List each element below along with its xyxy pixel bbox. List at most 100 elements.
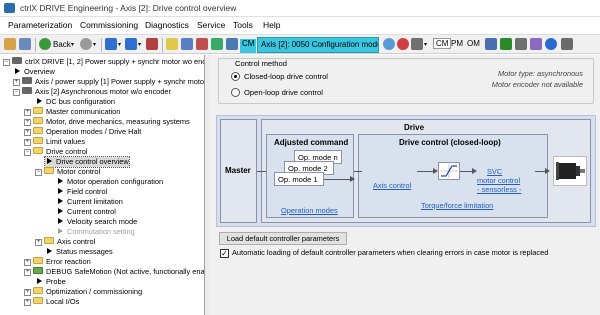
star-icon[interactable] (166, 38, 178, 50)
tree-view-icon[interactable] (19, 38, 31, 50)
sensorless-link[interactable]: - sensorless - (477, 185, 521, 194)
collapse-icon[interactable]: − (13, 89, 20, 96)
tree-item-velocity-search-mode[interactable]: Velocity search mode (56, 217, 137, 227)
menu-parameterization[interactable]: Parameterization (8, 20, 72, 30)
tree-item-drive-control-overview[interactable]: Drive control overview (44, 156, 130, 168)
home-icon[interactable] (4, 38, 16, 50)
load-default-controller-parameters-button[interactable]: Load default controller parameters (219, 232, 347, 245)
print-icon[interactable] (500, 38, 512, 50)
tree-item-master-communication[interactable]: + Master communication (24, 107, 120, 117)
encoder-info: Motor encoder not available (491, 80, 583, 89)
mode-cm[interactable]: CM (433, 38, 452, 49)
tree-item-optimization[interactable]: + Optimization / commissioning (24, 287, 142, 297)
drive-control-title: Drive control (closed-loop) (399, 138, 501, 147)
expand-icon[interactable]: + (24, 259, 31, 266)
torque-force-limitation-link[interactable]: Torque/force limitation (421, 201, 493, 210)
svc-link[interactable]: SVC (487, 167, 502, 176)
wrench-icon[interactable] (515, 38, 527, 50)
error-icon[interactable] (397, 38, 409, 50)
tree-item-debug-safemotion[interactable]: + DEBUG SafeMotion (Not active, functiona… (24, 267, 204, 277)
expand-icon[interactable]: + (24, 299, 31, 306)
expand-icon[interactable]: + (13, 79, 20, 86)
tree-item-drive-root[interactable]: − ctrlX DRIVE [1, 2] Power supply + synch… (3, 57, 204, 67)
expand-icon[interactable]: + (24, 289, 31, 296)
tree-item-drive-control[interactable]: − Drive control (24, 147, 87, 157)
open-loop-label[interactable]: Open-loop drive control (244, 88, 323, 97)
mode-om[interactable]: OM (467, 39, 480, 48)
settings-icon[interactable] (383, 38, 395, 50)
expand-icon[interactable]: + (24, 129, 31, 136)
tree-item-overview[interactable]: Overview (13, 67, 55, 77)
back-arrow-icon[interactable] (39, 38, 51, 50)
monitor-icon[interactable] (226, 38, 238, 50)
tree-item-motor-operation-configuration[interactable]: Motor operation configuration (56, 177, 163, 187)
tree-item-status-messages[interactable]: Status messages (45, 247, 113, 257)
closed-loop-label[interactable]: Closed-loop drive control (244, 72, 328, 81)
help-icon[interactable] (545, 38, 557, 50)
list-icon[interactable] (181, 38, 193, 50)
tree-item-error-reaction[interactable]: + Error reaction (24, 257, 91, 267)
expand-icon[interactable]: + (24, 269, 31, 276)
network-icon[interactable] (485, 38, 497, 50)
stop-icon[interactable] (146, 38, 158, 50)
expand-icon[interactable]: + (35, 239, 42, 246)
nav-right-dropdown-icon[interactable]: ▾ (138, 41, 141, 55)
back-button[interactable]: Back (53, 40, 71, 54)
back-dropdown-icon[interactable]: ▾ (71, 41, 74, 55)
drive-label: Drive (404, 123, 425, 132)
tree-item-field-control[interactable]: Field control (56, 187, 107, 197)
toolbar: Back ▾ ▾ ▾ ▾ CM Axis [2]: 0050 Configura… (0, 34, 600, 54)
adjusted-command-label: Adjusted command (274, 138, 349, 147)
menu-commissioning[interactable]: Commissioning (80, 20, 138, 30)
tree-item-dc-bus[interactable]: DC bus configuration (35, 97, 115, 107)
tree-item-axis-power-supply[interactable]: + Axis / power supply [1] Power supply + … (13, 77, 204, 87)
expand-icon[interactable]: + (24, 139, 31, 146)
expand-icon[interactable]: + (24, 109, 31, 116)
menu-service[interactable]: Service (197, 20, 225, 30)
tree-item-axis-2[interactable]: − Axis [2] Asynchronous motor w/o encoder (13, 87, 171, 97)
expand-icon[interactable]: + (24, 119, 31, 126)
forward-dropdown-icon[interactable]: ▾ (93, 41, 96, 55)
drive-control-overview-panel: Control method Closed-loop drive control… (210, 55, 600, 315)
closed-loop-radio[interactable] (231, 72, 240, 81)
document-icon[interactable] (530, 38, 542, 50)
nav-left-icon[interactable] (105, 38, 117, 50)
arrow-icon (58, 208, 63, 214)
collapse-icon[interactable]: − (35, 169, 42, 176)
folder-icon (44, 237, 54, 244)
tree-item-limit-values[interactable]: + Limit values (24, 137, 85, 147)
tree-item-current-limitation[interactable]: Current limitation (56, 197, 123, 207)
tree-item-motor-mechanics[interactable]: + Motor, drive mechanics, measuring syste… (24, 117, 190, 127)
axis-control-link[interactable]: Axis control (373, 181, 411, 190)
menu-diagnostics[interactable]: Diagnostics (145, 20, 189, 30)
grid-icon[interactable] (211, 38, 223, 50)
auto-load-checkbox[interactable]: ✓ (220, 249, 229, 258)
folder-icon (33, 117, 43, 124)
menu-tools[interactable]: Tools (233, 20, 253, 30)
forward-icon[interactable] (80, 38, 92, 50)
camera-icon[interactable] (411, 38, 423, 50)
operation-modes-link[interactable]: Operation modes (281, 206, 338, 215)
auto-load-label[interactable]: Automatic loading of default controller … (232, 248, 548, 257)
nav-right-icon[interactable] (125, 38, 137, 50)
tree-item-motor-control[interactable]: − Motor control (35, 167, 100, 177)
parameter-icon[interactable] (196, 38, 208, 50)
tree-item-current-control[interactable]: Current control (56, 207, 116, 217)
info-icon[interactable] (561, 38, 573, 50)
camera-dropdown-icon[interactable]: ▾ (424, 41, 427, 55)
collapse-icon[interactable]: − (24, 149, 31, 156)
collapse-icon[interactable]: − (3, 59, 10, 66)
arrow-icon (58, 198, 63, 204)
tree-item-local-ios[interactable]: + Local I/Os (24, 297, 79, 307)
mode-pm[interactable]: PM (451, 39, 463, 48)
menu-help[interactable]: Help (263, 20, 280, 30)
folder-icon (33, 257, 43, 264)
nav-left-dropdown-icon[interactable]: ▾ (118, 41, 121, 55)
tree-item-axis-control[interactable]: + Axis control (35, 237, 95, 247)
tree-item-probe[interactable]: Probe (35, 277, 66, 287)
title-bar: ctrlX DRIVE Engineering - Axis [2]: Driv… (0, 0, 600, 17)
axis-select[interactable]: Axis [2]: 0050 Configuration mode (257, 37, 379, 53)
motor-control-link[interactable]: motor control (477, 176, 520, 185)
tree-item-operation-modes[interactable]: + Operation modes / Drive Halt (24, 127, 141, 137)
open-loop-radio[interactable] (231, 88, 240, 97)
